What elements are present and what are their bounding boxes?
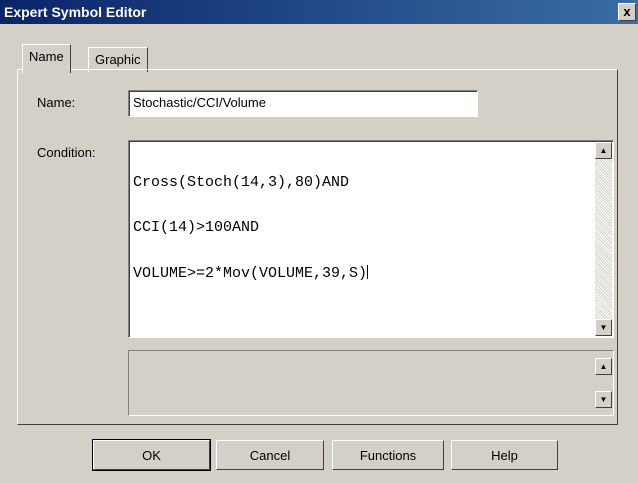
condition-line: VOLUME>=2*Mov(VOLUME,39,S) [133,265,368,282]
condition-text: Cross(Stoch(14,3),80)AND CCI(14)>100AND … [133,145,369,310]
text-caret [367,265,369,279]
window-title: Expert Symbol Editor [4,4,147,20]
scroll-down-icon[interactable]: ▼ [595,319,612,336]
message-scrollbar[interactable]: ▲ ▼ [595,352,612,414]
condition-field[interactable]: Cross(Stoch(14,3),80)AND CCI(14)>100AND … [128,140,614,338]
scroll-down-icon[interactable]: ▼ [595,391,612,408]
scroll-up-icon[interactable]: ▲ [595,358,612,375]
condition-line: CCI(14)>100AND [133,219,260,236]
help-button[interactable]: Help [451,440,558,470]
tab-name[interactable]: Name [22,44,71,73]
expert-symbol-editor-dialog: Expert Symbol Editor x Name Graphic Name… [0,0,638,483]
name-field[interactable]: Stochastic/CCI/Volume [128,90,478,117]
title-bar: Expert Symbol Editor x [0,0,638,24]
message-field: ▲ ▼ [128,350,614,416]
cancel-button[interactable]: Cancel [216,440,324,470]
condition-line-with-caret: VOLUME>=2*Mov(VOLUME,39,S) [133,265,369,282]
condition-scrollbar[interactable]: ▲ ▼ [595,142,612,336]
condition-label: Condition: [37,145,96,160]
condition-line: Cross(Stoch(14,3),80)AND [133,174,350,191]
close-icon[interactable]: x [618,3,636,21]
name-field-value: Stochastic/CCI/Volume [133,95,266,110]
ok-button[interactable]: OK [92,439,211,471]
scroll-up-icon[interactable]: ▲ [595,142,612,159]
functions-button[interactable]: Functions [332,440,444,470]
name-label: Name: [37,95,76,110]
